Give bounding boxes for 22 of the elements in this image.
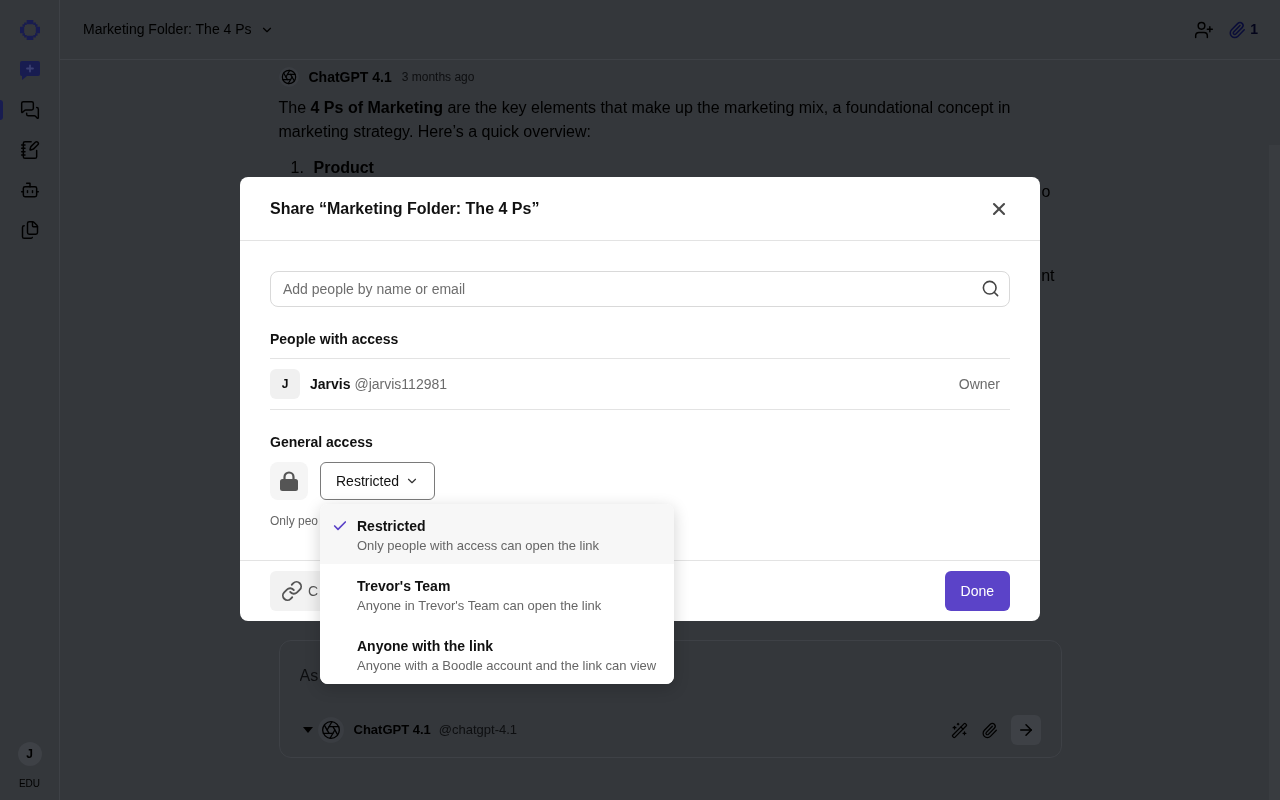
text-fragment: o: [1041, 182, 1051, 202]
option-description: Anyone in Trevor's Team can open the link: [357, 597, 602, 615]
dialog-title: Share “Marketing Folder: The 4 Ps”: [270, 198, 540, 219]
person-avatar: J: [270, 369, 300, 399]
plan-label: EDU: [18, 778, 41, 790]
option-description: Only people with access can open the link: [357, 537, 600, 555]
model-name: ChatGPT 4.1: [353, 721, 431, 740]
option-title: Restricted: [357, 517, 427, 536]
list-number: 1.: [290, 158, 305, 178]
person-name: Jarvis: [310, 374, 351, 394]
list-item-title: Product: [313, 158, 374, 178]
access-note: Only peo: [270, 513, 319, 529]
message-paragraph: The 4 Ps of Marketing are the key elements that make up the marketing mix, a foundational concept in marketing strategy. Here’s a quick overview:: [278, 98, 1012, 142]
option-title: Trevor's Team: [357, 577, 452, 596]
person-handle: @jarvis112981: [354, 374, 448, 394]
person-role: Owner: [958, 374, 1000, 394]
author-name: ChatGPT 4.1: [308, 67, 392, 87]
option-description: Anyone with a Boodle account and the link can view: [357, 657, 657, 675]
option-title: Anyone with the link: [357, 637, 495, 656]
section-heading: General access: [270, 433, 373, 452]
section-heading: People with access: [270, 330, 399, 349]
text-fragment: nt: [1041, 266, 1055, 286]
